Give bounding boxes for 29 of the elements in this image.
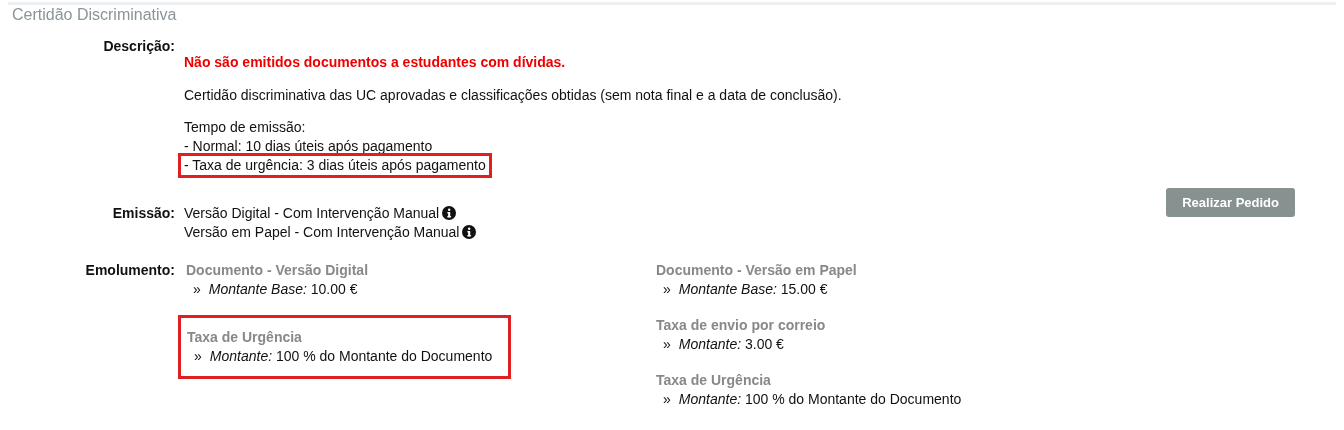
bullet-mark: » — [194, 347, 202, 366]
fee-title: Taxa de envio por correio — [656, 316, 827, 335]
field-label: Emissão: — [111, 204, 176, 223]
emission-time-line: - Normal: 10 dias úteis após pagamento — [184, 138, 433, 154]
emission-time-line: - Taxa de urgência: 3 dias úteis após pagamento — [181, 156, 489, 175]
emission-time-line: Tempo de emissão: — [184, 119, 306, 135]
bullet-mark: » — [193, 280, 201, 299]
bullet-mark: » — [663, 335, 671, 354]
info-icon[interactable] — [442, 206, 457, 220]
section-title: Certidão Discriminativa — [11, 5, 178, 25]
fee-title: Documento - Versão Digital — [186, 261, 370, 280]
fee-title: Taxa de Urgência — [656, 371, 772, 390]
bullet-mark: » — [663, 390, 671, 409]
fee-title: Documento - Versão em Papel — [656, 261, 858, 280]
order-button[interactable]: Realizar Pedido — [1166, 188, 1295, 217]
fee-detail: Montante: 100 % do Montante do Documento — [209, 347, 493, 366]
emission-option: Versão em Papel - Com Intervenção Manual — [184, 224, 460, 240]
info-icon[interactable] — [462, 225, 477, 239]
fee-title: Taxa de Urgência — [187, 328, 303, 347]
field-label: Descrição: — [102, 37, 176, 56]
fee-detail: Montante Base: 10.00 € — [208, 280, 358, 299]
fee-detail: Montante: 100 % do Montante do Documento — [678, 390, 962, 409]
description-text: Certidão discriminativa das UC aprovadas e classificações obtidas (sem nota final e a data de conclusão). — [184, 86, 842, 105]
emission-option: Versão Digital - Com Intervenção Manual — [184, 205, 440, 221]
field-label: Emolumento: — [84, 261, 176, 280]
warning-text: Não são emitidos documentos a estudantes com dívidas. — [184, 53, 567, 72]
fee-detail: Montante: 3.00 € — [678, 335, 784, 354]
fee-detail: Montante Base: 15.00 € — [678, 280, 828, 299]
bullet-mark: » — [663, 280, 671, 299]
